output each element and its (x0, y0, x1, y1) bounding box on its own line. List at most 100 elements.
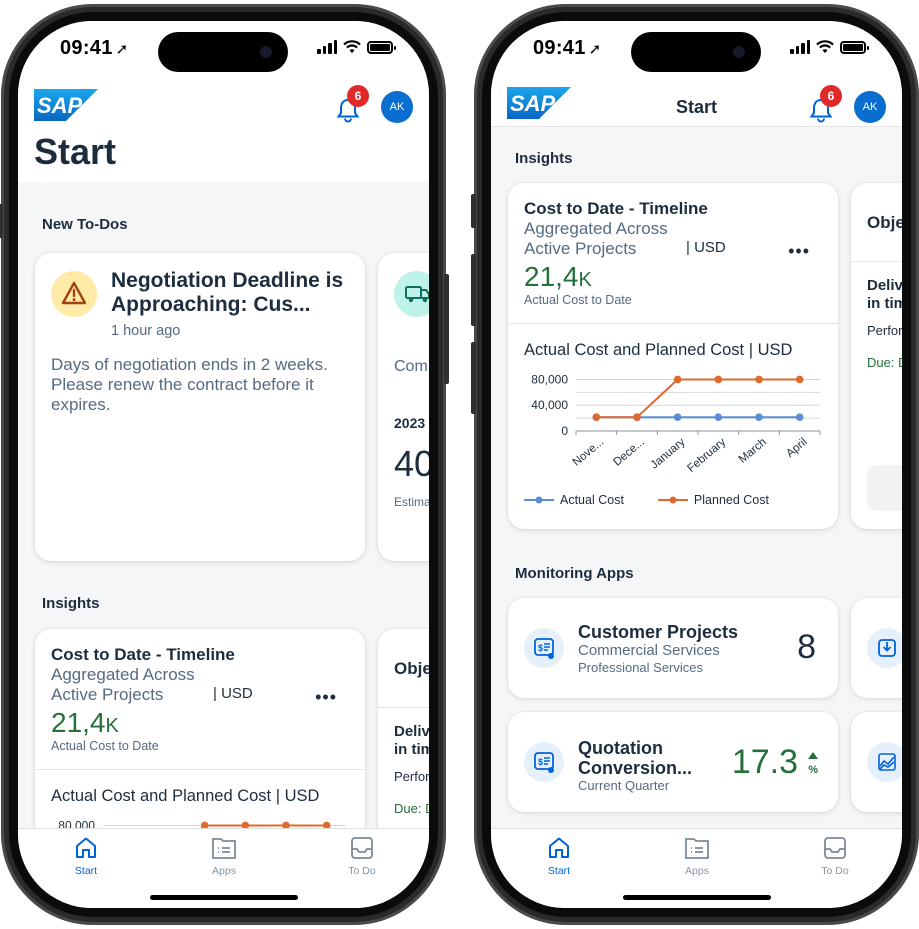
side-button (444, 274, 449, 384)
shell-header: SAP Start 6 AK (491, 79, 902, 127)
phone-frame-right: 09:41 ➚ SAP Start 6 AK Insights Cost to D… (471, 4, 919, 925)
series-line-planned-cost (596, 378, 800, 419)
objective-title: Obje (394, 659, 429, 678)
battery-icon (840, 41, 869, 54)
home-icon (549, 837, 569, 858)
tab-apps[interactable]: Apps (184, 835, 264, 877)
data-point (755, 375, 763, 384)
objective-subtitle: Deliv in tim (394, 723, 429, 759)
app-icon-wrap (867, 742, 902, 782)
more-button[interactable]: ••• (788, 241, 810, 262)
svg-text:$: $ (538, 757, 543, 767)
objective-action-button[interactable] (867, 465, 902, 511)
status-bar: 09:41 ➚ (18, 21, 429, 79)
warning-icon (61, 281, 87, 305)
app-icon-wrap: $ (524, 628, 564, 668)
kpi-value: 21,4K (51, 707, 119, 739)
data-point (633, 413, 641, 422)
app-kpi-value: 17.3 (731, 743, 798, 781)
objective-card-peek[interactable]: Obje Delivin tim Perfor Due: D (851, 183, 902, 529)
app-title-line: Quotation (578, 738, 663, 758)
x-tick-label: Nove... (571, 436, 607, 469)
svg-text:$: $ (538, 643, 543, 653)
app-kpi-unit: % (808, 764, 818, 776)
system-icons (790, 40, 869, 54)
tab-todo[interactable]: To Do (322, 835, 402, 877)
chart-title: Actual Cost and Planned Cost | USD (51, 787, 320, 805)
app-tile-quotation-conversion[interactable]: $ Quotation Conversion... Current Quarter… (508, 712, 838, 812)
status-time: 09:41 ➚ (60, 37, 129, 60)
app-tile-customer-projects[interactable]: $ Customer Projects Commercial Services … (508, 598, 838, 698)
tab-label: To Do (348, 865, 376, 877)
kpi-scale: K (105, 715, 119, 737)
time-text: 09:41 (60, 37, 113, 59)
legend-item-actual[interactable]: Actual Cost (524, 493, 624, 507)
tab-start[interactable]: Start (46, 835, 126, 877)
data-point (795, 375, 804, 384)
divider (378, 707, 429, 708)
data-point (755, 413, 763, 422)
tab-todo[interactable]: To Do (795, 835, 875, 877)
objective-title: Obje (867, 213, 902, 232)
todo-card[interactable]: Negotiation Deadline is Approaching: Cus… (35, 253, 365, 561)
kpi-label: Actual Cost to Date (524, 293, 632, 307)
avatar[interactable]: AK (381, 91, 413, 123)
peek-text: Com (394, 358, 428, 375)
legend-label: Actual Cost (560, 493, 624, 507)
data-point (795, 413, 804, 422)
project-icon: $ (534, 638, 554, 659)
kpi-number: 21,4 (524, 261, 579, 292)
legend-item-planned[interactable]: Planned Cost (657, 493, 769, 507)
data-point (673, 413, 682, 422)
chart-title: Actual Cost and Planned Cost | USD (524, 341, 793, 359)
wifi-icon (343, 40, 361, 53)
app-icon-wrap (867, 628, 902, 668)
notification-badge: 6 (820, 85, 842, 107)
section-title-monitoring: Monitoring Apps (515, 565, 634, 582)
sap-logo: SAP (34, 89, 98, 121)
insight-subtitle: Aggregated Across Active Projects (524, 219, 668, 258)
truck-icon-wrap (394, 271, 429, 317)
y-tick-label: 0 (561, 424, 568, 438)
y-tick-label: 80,000 (531, 372, 568, 386)
x-tick-label: February (685, 436, 728, 475)
location-arrow-icon: ➚ (588, 41, 602, 58)
inbox-icon (824, 837, 846, 859)
tab-start[interactable]: Start (519, 835, 599, 877)
app-icon-wrap: $ (524, 742, 564, 782)
divider (508, 323, 838, 324)
content-area[interactable]: New To-Dos Negotiation Deadline is Appro… (18, 182, 429, 908)
app-count: 8 (797, 628, 816, 666)
system-icons (317, 40, 396, 54)
more-button[interactable]: ••• (315, 687, 337, 708)
wifi-icon (816, 40, 834, 53)
todo-card-peek[interactable]: Com 2023 40 Estima (378, 253, 429, 561)
area-chart-icon (878, 753, 896, 771)
objective-subtitle-line: in tim (394, 741, 429, 758)
location-arrow-icon: ➚ (115, 41, 129, 58)
tab-apps[interactable]: Apps (657, 835, 737, 877)
objective-subtitle: Deliv in tim (867, 277, 902, 313)
screen-left: 09:41 ➚ SAP 6 AK Start New To-Dos Negoti… (18, 21, 429, 908)
divider (851, 261, 902, 262)
data-point (592, 413, 601, 422)
warning-icon-wrap (51, 271, 97, 317)
data-point (673, 375, 682, 384)
tab-bar: Start Apps To Do (18, 828, 429, 908)
tab-label: Start (547, 865, 571, 877)
page-title: Start (34, 131, 117, 172)
home-icon (76, 837, 96, 858)
notification-badge: 6 (347, 85, 369, 107)
insight-currency: | USD (686, 239, 726, 256)
insight-card[interactable]: Cost to Date - Timeline Aggregated Acros… (508, 183, 838, 529)
avatar[interactable]: AK (854, 91, 886, 123)
app-subtitle-secondary: Professional Services (578, 660, 703, 675)
app-title: Customer Projects (578, 622, 739, 642)
app-tile-peek[interactable] (851, 712, 902, 812)
content-area[interactable]: Insights Cost to Date - Timeline Aggrega… (491, 128, 902, 908)
status-bar: 09:41 ➚ (491, 21, 902, 79)
tab-label: Apps (212, 865, 236, 877)
app-tile-peek[interactable] (851, 598, 902, 698)
divider (35, 769, 365, 770)
side-button (471, 342, 476, 414)
